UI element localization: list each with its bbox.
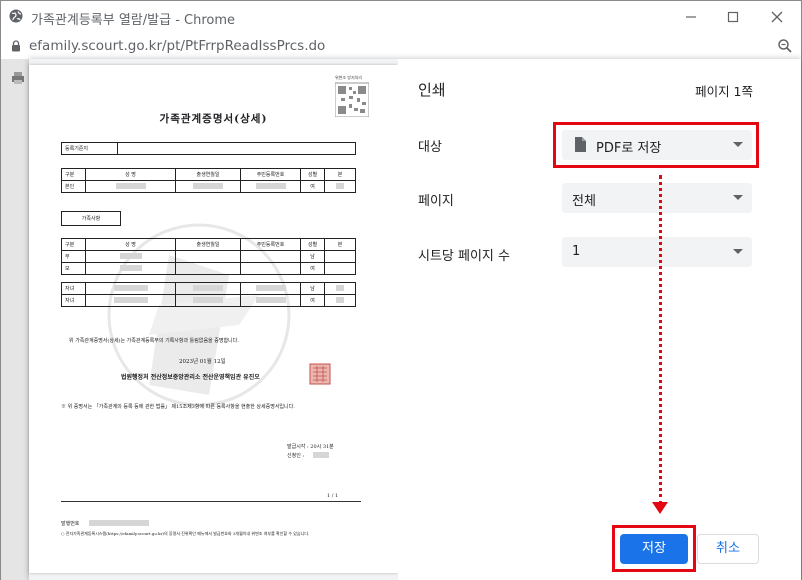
chrome-window: 가족관계등록부 열람/발급 - Chrome efamily.scourt.go… bbox=[0, 0, 802, 580]
redacted-birth bbox=[193, 297, 223, 304]
redacted-origin bbox=[336, 297, 344, 304]
redacted-name bbox=[115, 183, 146, 190]
header-birth: 출생연월일 bbox=[175, 168, 241, 181]
close-icon[interactable] bbox=[767, 7, 787, 27]
header-category: 구분 bbox=[61, 168, 86, 181]
family-label-table: 가족사항 bbox=[61, 211, 121, 226]
redacted-id bbox=[255, 297, 286, 304]
family-header-origin: 본 bbox=[324, 238, 356, 251]
globe-icon bbox=[9, 9, 23, 23]
official-seal-icon bbox=[309, 363, 331, 385]
redacted-name bbox=[113, 285, 148, 292]
print-settings: 인쇄 페이지 1쪽 대상 PDF로 저장 페이지 전체 시트당 페이지 수 1 bbox=[398, 59, 801, 580]
issuer-text: 법원행정처 전산정보중앙관리소 전산운영책임관 유진오 bbox=[121, 374, 260, 381]
family-header-name: 성 명 bbox=[85, 238, 176, 251]
row-label: 자녀 bbox=[61, 294, 86, 307]
chevron-down-icon bbox=[733, 249, 743, 254]
preview-page: 위변조 방지처리 가족관계증명서(상세) 등록기준지 구분 성 명 출생연월일 … bbox=[29, 65, 398, 573]
redacted-issue-number bbox=[89, 520, 149, 526]
family-table: 구분 성 명 출생연월일 주민등록번호 성별 본 부 남 모 여 자녀 남 자녀… bbox=[61, 238, 356, 307]
highlight-save bbox=[612, 525, 696, 572]
header-gender: 성별 bbox=[300, 168, 325, 181]
redacted-name bbox=[119, 265, 142, 272]
header-name: 성 명 bbox=[85, 168, 176, 181]
redacted-name bbox=[113, 297, 148, 304]
notice-text: ※ 위 증명서는 「가족관계의 등록 등에 관한 법률」 제15조제3항에 따른… bbox=[61, 404, 295, 410]
title-bar: 가족관계등록부 열람/발급 - Chrome bbox=[1, 1, 801, 33]
issue-date: 2023년 01월 12일 bbox=[179, 359, 226, 365]
family-header-gender: 성별 bbox=[300, 238, 325, 251]
header-id: 주민등록번호 bbox=[240, 168, 301, 181]
chevron-down-icon bbox=[733, 195, 743, 200]
row-label: 자녀 bbox=[61, 282, 86, 295]
row-label: 부 bbox=[61, 250, 86, 263]
pages-label: 페이지 bbox=[418, 194, 454, 209]
redacted-id bbox=[255, 183, 286, 190]
row-gender: 여 bbox=[300, 294, 325, 307]
redacted-name bbox=[119, 253, 142, 260]
pages-per-sheet-label: 시트당 페이지 수 bbox=[418, 249, 510, 264]
header-origin: 본 bbox=[324, 168, 356, 181]
guide-arrow-line bbox=[659, 175, 662, 505]
redacted-origin bbox=[336, 183, 344, 190]
footer-label: 발행번호 bbox=[61, 521, 80, 527]
table-row: 자녀 여 bbox=[61, 294, 356, 307]
family-header-birth: 출생연월일 bbox=[175, 238, 241, 251]
lock-icon bbox=[12, 40, 20, 52]
redacted-birth bbox=[193, 183, 223, 190]
issue-time: 발급시각 : 20시 31분 bbox=[287, 444, 334, 450]
row-gender: 남 bbox=[300, 282, 325, 295]
family-label: 가족사항 bbox=[61, 211, 121, 226]
print-title: 인쇄 bbox=[418, 81, 446, 99]
redacted-birth bbox=[193, 285, 223, 292]
highlight-destination bbox=[553, 122, 759, 168]
footer-text: ○ 전자가족관계등록시스템(https://efamily.scourt.go.… bbox=[61, 531, 310, 536]
redacted-id bbox=[255, 285, 286, 292]
row-gender: 여 bbox=[300, 262, 325, 275]
pages-select[interactable]: 전체 bbox=[562, 183, 752, 213]
arrow-down-icon bbox=[652, 502, 668, 514]
cancel-button[interactable]: 취소 bbox=[697, 534, 759, 564]
registry-label: 등록기준지 bbox=[61, 142, 118, 155]
minimize-icon[interactable] bbox=[681, 7, 701, 27]
destination-label: 대상 bbox=[418, 140, 442, 155]
registry-value bbox=[117, 142, 356, 155]
printer-icon bbox=[12, 72, 24, 84]
table-row: 부 남 bbox=[61, 250, 356, 263]
address-bar[interactable]: efamily.scourt.go.kr/pt/PtFrrpReadIssPrc… bbox=[1, 33, 801, 59]
footer-divider bbox=[61, 501, 361, 502]
window-title: 가족관계등록부 열람/발급 - Chrome bbox=[31, 13, 236, 28]
page-number: 1 / 1 bbox=[327, 493, 339, 499]
self-label: 본인 bbox=[61, 180, 86, 193]
row-gender: 남 bbox=[300, 250, 325, 263]
row-label: 모 bbox=[61, 262, 86, 275]
table-row: 모 여 bbox=[61, 262, 356, 275]
applicant-label: 신청인 : bbox=[287, 453, 305, 459]
url-text[interactable]: efamily.scourt.go.kr/pt/PtFrrpReadIssPrc… bbox=[29, 38, 325, 54]
page-count: 페이지 1쪽 bbox=[695, 84, 753, 99]
family-header-id: 주민등록번호 bbox=[240, 238, 301, 251]
self-table: 구분 성 명 출생연월일 주민등록번호 성별 본 본인 여 bbox=[61, 168, 356, 193]
redacted-applicant bbox=[313, 452, 329, 458]
maximize-icon[interactable] bbox=[723, 7, 743, 27]
pages-per-sheet-select[interactable]: 1 bbox=[562, 237, 752, 267]
certify-text: 위 가족관계증명서(상세)는 가족관계등록부의 기록사항과 틀림없음을 증명합니… bbox=[69, 338, 239, 344]
print-dialog: 위변조 방지처리 가족관계증명서(상세) 등록기준지 구분 성 명 출생연월일 … bbox=[29, 59, 801, 580]
table-row: 자녀 남 bbox=[61, 282, 356, 295]
registry-table: 등록기준지 bbox=[61, 142, 356, 155]
zoom-icon[interactable] bbox=[777, 38, 793, 54]
redacted-origin bbox=[336, 285, 344, 292]
pages-per-sheet-value: 1 bbox=[572, 244, 581, 259]
print-preview: 위변조 방지처리 가족관계증명서(상세) 등록기준지 구분 성 명 출생연월일 … bbox=[29, 59, 398, 580]
family-header-category: 구분 bbox=[61, 238, 86, 251]
pages-value: 전체 bbox=[572, 194, 596, 209]
document-title: 가족관계증명서(상세) bbox=[159, 113, 268, 125]
self-gender: 여 bbox=[300, 180, 325, 193]
